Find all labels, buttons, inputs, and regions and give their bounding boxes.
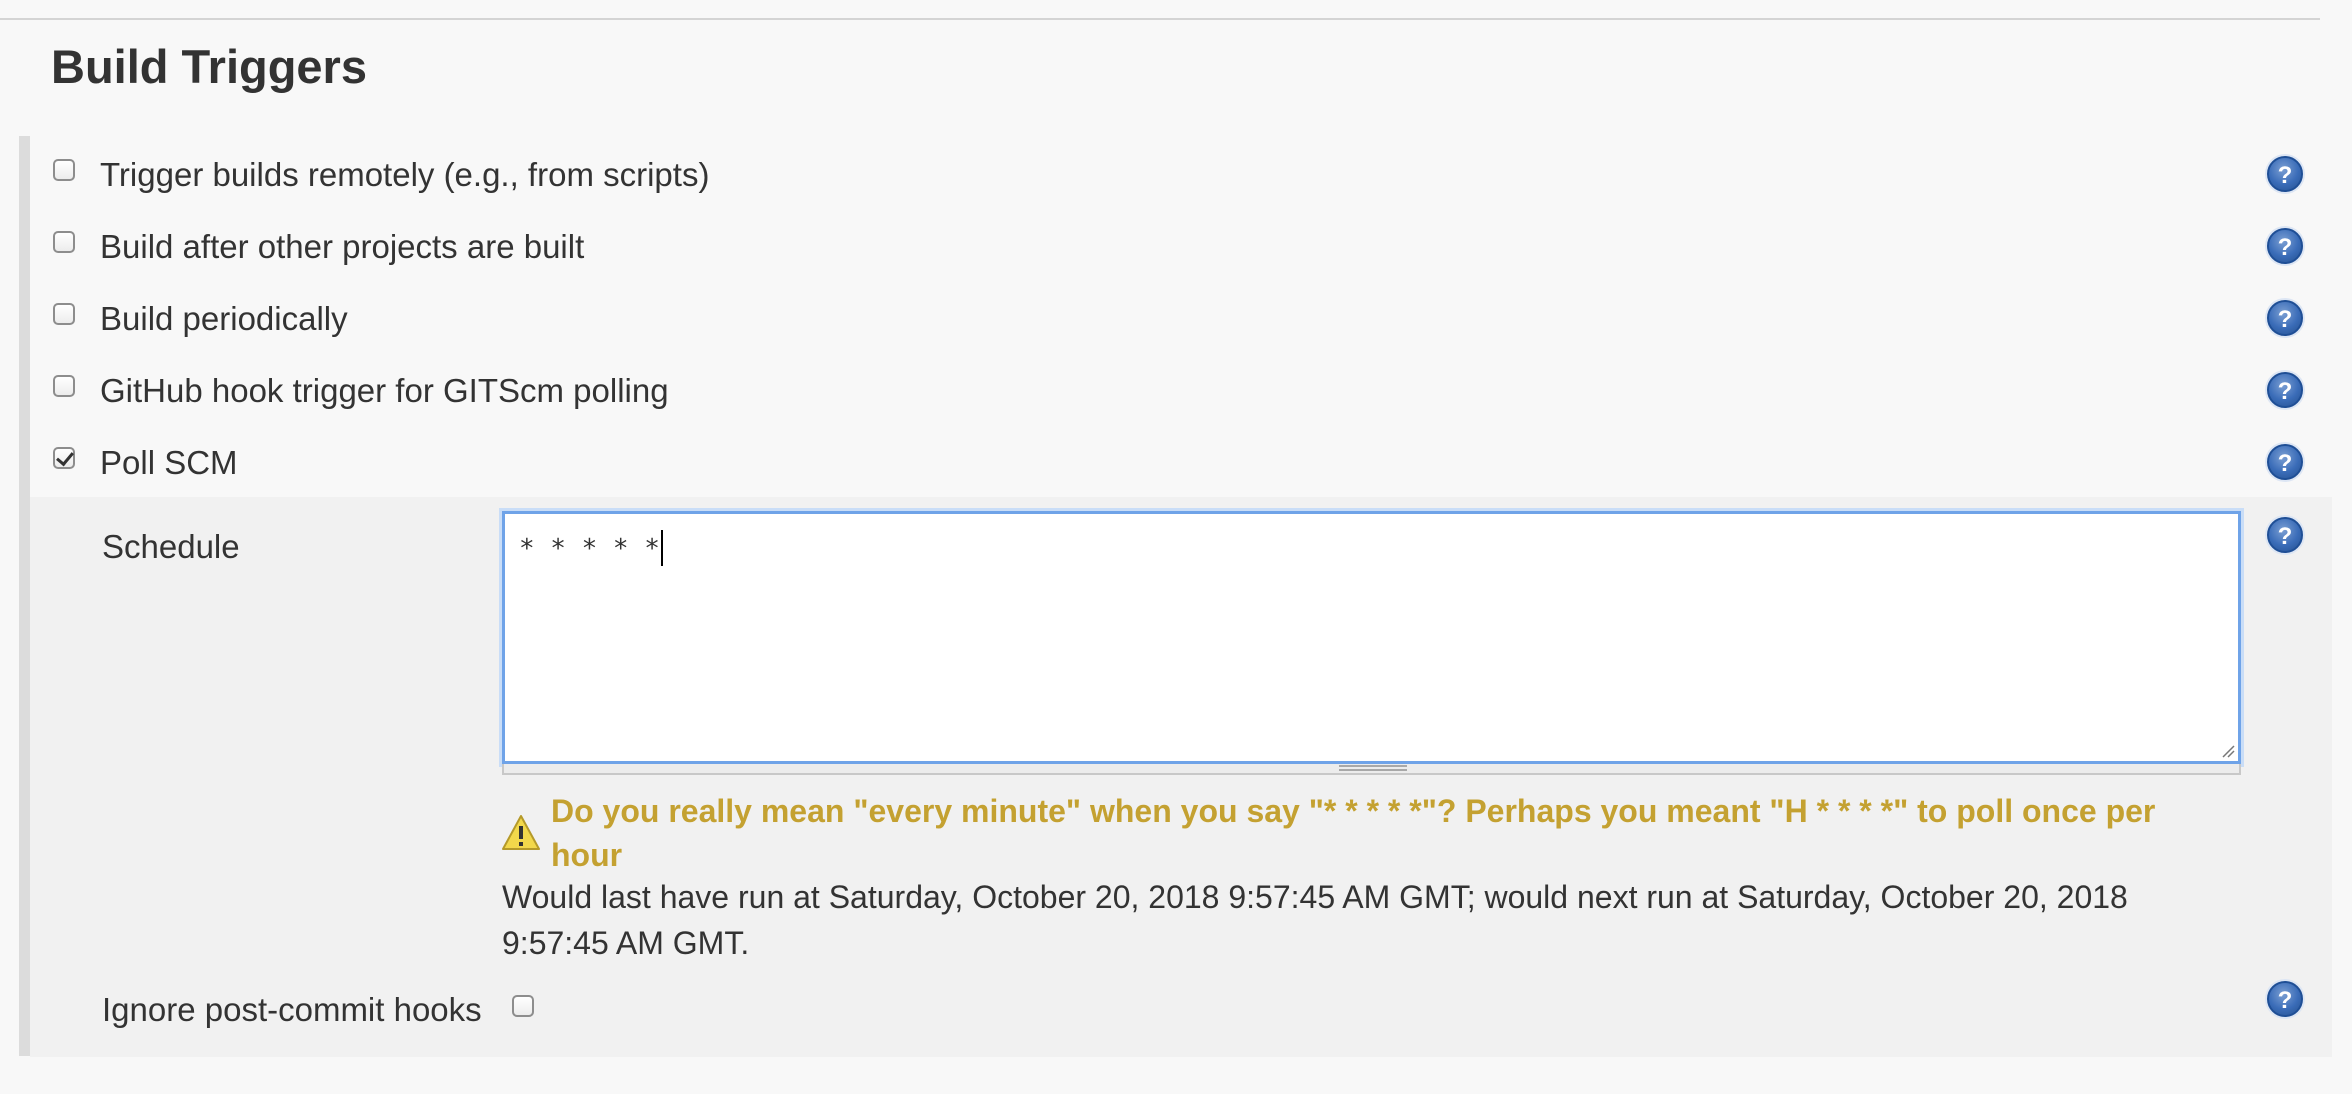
- section-title: Build Triggers: [51, 40, 367, 93]
- trigger-after-other-label[interactable]: Build after other projects are built: [100, 227, 584, 267]
- svg-text:?: ?: [2278, 234, 2293, 261]
- trigger-github-hook-checkbox[interactable]: [53, 375, 75, 397]
- trigger-github-hook-label[interactable]: GitHub hook trigger for GITScm polling: [100, 371, 669, 411]
- warning-icon: [502, 815, 540, 850]
- trigger-periodically-checkbox[interactable]: [53, 303, 75, 325]
- text-cursor: [660, 530, 663, 566]
- help-icon[interactable]: ?: [2267, 517, 2303, 553]
- svg-text:?: ?: [2278, 162, 2293, 189]
- help-icon[interactable]: ?: [2267, 228, 2303, 264]
- help-icon[interactable]: ?: [2267, 372, 2303, 408]
- trigger-row-after-other: Build after other projects are built ?: [30, 211, 2332, 283]
- trigger-row-github-hook: GitHub hook trigger for GITScm polling ?: [30, 355, 2332, 427]
- svg-text:?: ?: [2278, 306, 2293, 333]
- trigger-remote-label[interactable]: Trigger builds remotely (e.g., from scri…: [100, 155, 709, 195]
- trigger-remote-checkbox[interactable]: [53, 159, 75, 181]
- trigger-row-remote: Trigger builds remotely (e.g., from scri…: [30, 139, 2332, 211]
- trigger-poll-scm-label[interactable]: Poll SCM: [100, 443, 238, 483]
- section-indent-bar: [19, 136, 30, 1056]
- resize-grip-icon[interactable]: [2221, 744, 2235, 758]
- trigger-row-periodically: Build periodically ?: [30, 283, 2332, 355]
- svg-text:?: ?: [2278, 987, 2293, 1014]
- textarea-expand-handle[interactable]: [502, 764, 2241, 775]
- help-icon[interactable]: ?: [2267, 981, 2303, 1017]
- ignore-hooks-label: Ignore post-commit hooks: [102, 991, 482, 1028]
- schedule-textarea[interactable]: * * * * *: [502, 511, 2241, 764]
- schedule-warning-text: Do you really mean "every minute" when y…: [551, 793, 2156, 873]
- schedule-value: * * * * *: [519, 534, 660, 564]
- trigger-row-poll-scm: Poll SCM ?: [30, 427, 2332, 499]
- svg-text:?: ?: [2278, 450, 2293, 477]
- ignore-hooks-checkbox[interactable]: [512, 995, 534, 1017]
- trigger-after-other-checkbox[interactable]: [53, 231, 75, 253]
- help-icon[interactable]: ?: [2267, 156, 2303, 192]
- svg-text:?: ?: [2278, 378, 2293, 405]
- help-icon[interactable]: ?: [2267, 300, 2303, 336]
- svg-text:?: ?: [2278, 523, 2293, 550]
- schedule-run-info: Would last have run at Saturday, October…: [502, 879, 2128, 961]
- schedule-label: Schedule: [102, 528, 240, 565]
- help-icon[interactable]: ?: [2267, 444, 2303, 480]
- trigger-periodically-label[interactable]: Build periodically: [100, 299, 348, 339]
- grip-lines-icon: [1339, 765, 1407, 771]
- trigger-poll-scm-checkbox[interactable]: [53, 447, 75, 469]
- top-divider: [0, 18, 2320, 20]
